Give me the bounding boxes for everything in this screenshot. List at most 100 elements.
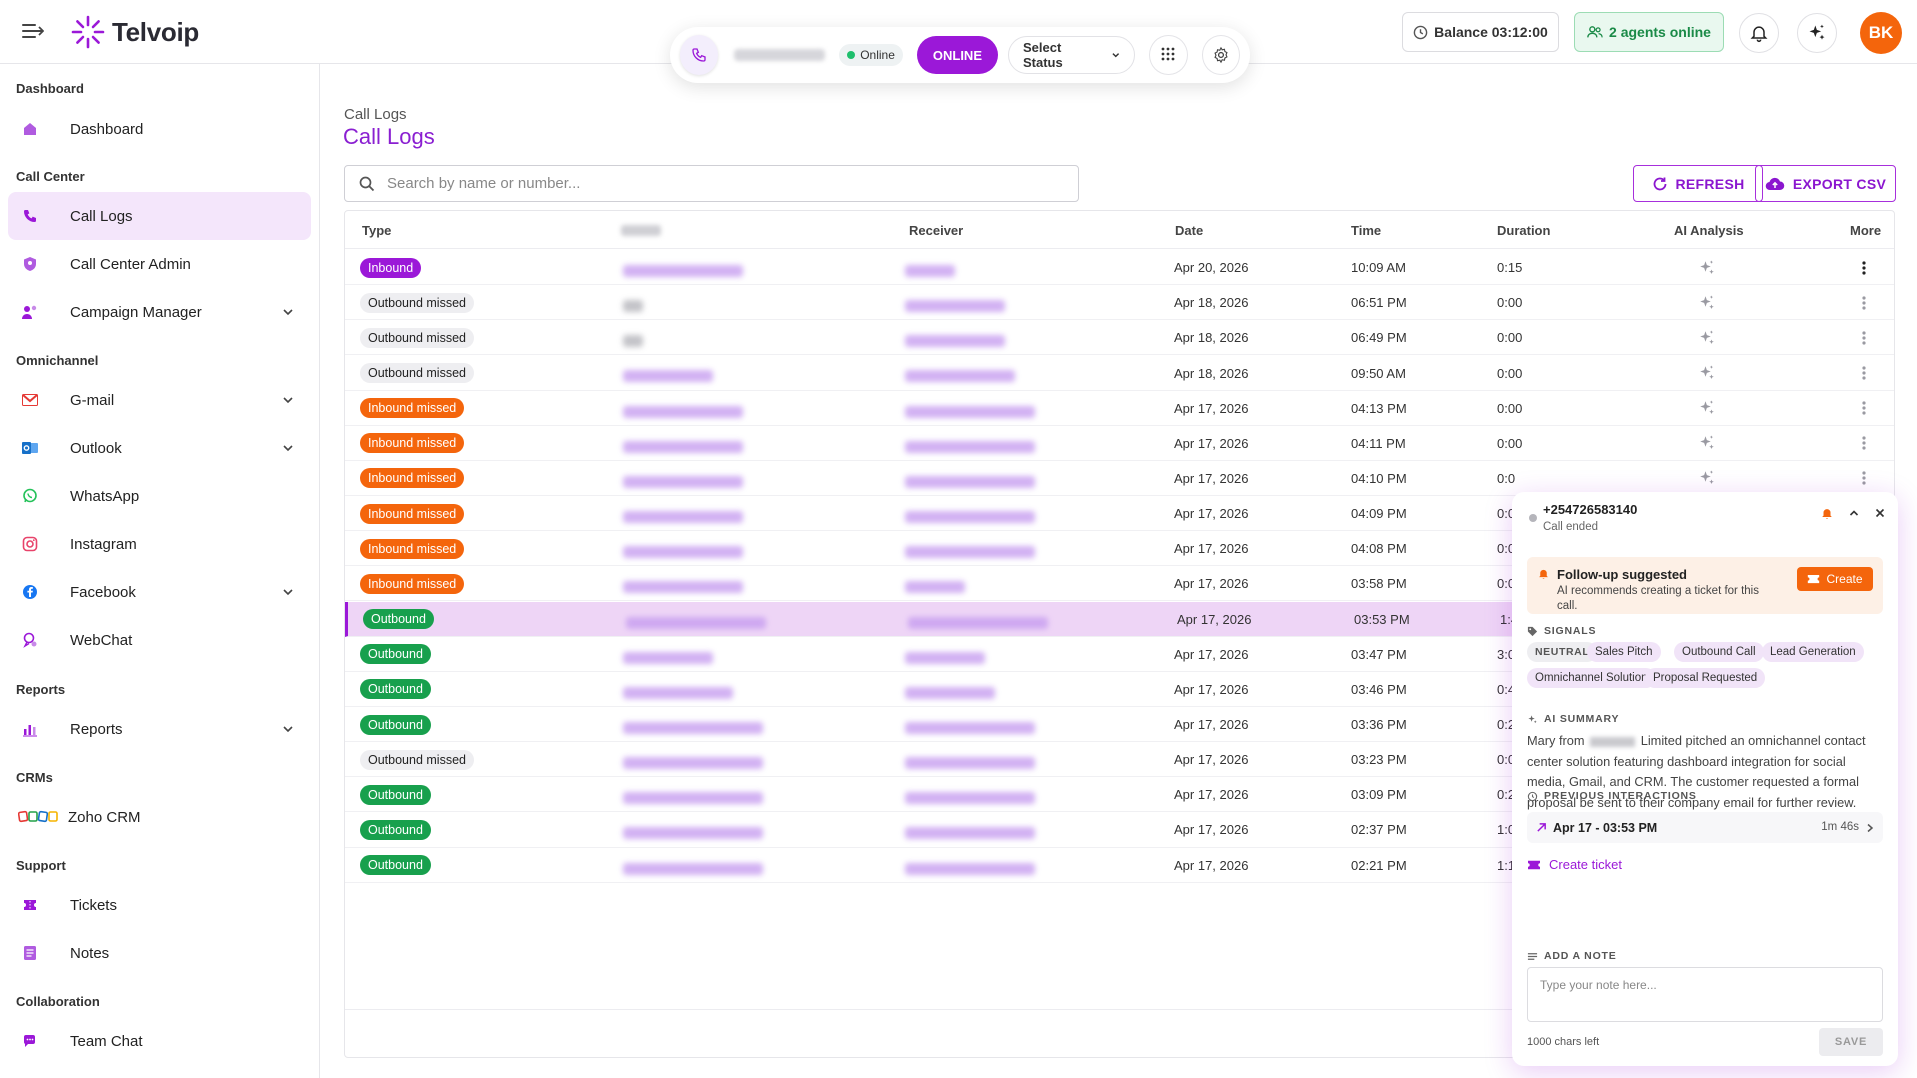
column-time[interactable]: Time: [1351, 223, 1381, 238]
sidebar-item-webchat[interactable]: WebChat: [8, 616, 311, 664]
close-icon[interactable]: [1874, 507, 1886, 519]
sparkle-icon: [1528, 714, 1537, 723]
followup-title: Follow-up suggested: [1557, 567, 1687, 582]
ai-assistant-button[interactable]: [1797, 13, 1837, 53]
save-note-button[interactable]: SAVE: [1819, 1028, 1883, 1056]
table-row[interactable]: Inbound Apr 20, 2026 10:09 AM 0:15: [345, 250, 1894, 286]
call-time: 03:46 PM: [1351, 681, 1407, 697]
call-date: Apr 17, 2026: [1174, 681, 1249, 697]
ai-analysis-icon[interactable]: [1698, 364, 1716, 382]
menu-toggle-icon[interactable]: [22, 22, 44, 40]
ai-analysis-icon[interactable]: [1698, 469, 1716, 487]
search-icon: [359, 176, 375, 191]
sidebar-item-zoho-crm[interactable]: Zoho CRM: [8, 793, 311, 841]
more-options-icon[interactable]: [1861, 365, 1867, 381]
sidebar-item-facebook[interactable]: Facebook: [8, 568, 311, 616]
dial-button[interactable]: [680, 35, 719, 75]
campaign-icon: [20, 302, 40, 322]
table-row[interactable]: Outbound missed Apr 18, 2026 06:51 PM 0:00: [345, 285, 1894, 321]
table-row[interactable]: Outbound missed Apr 18, 2026 06:49 PM 0:00: [345, 320, 1894, 356]
ai-analysis-icon[interactable]: [1698, 434, 1716, 452]
note-input[interactable]: [1540, 978, 1870, 1011]
chevron-down-icon[interactable]: [281, 305, 295, 319]
agents-online-button[interactable]: 2 agents online: [1574, 12, 1724, 52]
more-options-icon[interactable]: [1861, 260, 1867, 276]
export-csv-button[interactable]: EXPORT CSV: [1755, 165, 1896, 202]
call-date: Apr 17, 2026: [1174, 857, 1249, 873]
table-row[interactable]: Inbound missed Apr 17, 2026 04:13 PM 0:00: [345, 391, 1894, 426]
sidebar-item-label: Facebook: [70, 583, 136, 601]
table-row[interactable]: Inbound missed Apr 17, 2026 04:10 PM 0:0: [345, 461, 1894, 497]
column-type[interactable]: Type: [362, 223, 391, 238]
table-row[interactable]: Outbound missed Apr 18, 2026 09:50 AM 0:00: [345, 355, 1894, 391]
caller-id-redacted: [734, 49, 826, 61]
signal-tag: Sales Pitch: [1587, 642, 1661, 662]
more-options-icon[interactable]: [1861, 470, 1867, 486]
call-duration: 0:00: [1497, 400, 1523, 416]
sidebar-item-whatsapp[interactable]: WhatsApp: [8, 472, 311, 520]
ai-analysis-icon[interactable]: [1698, 329, 1716, 347]
app-logo[interactable]: Telvoip: [70, 14, 199, 50]
call-status-dot: [1529, 514, 1537, 522]
status-select-label: Select Status: [1023, 40, 1063, 70]
sidebar-item-team-chat[interactable]: Team Chat: [8, 1017, 311, 1065]
create-label: Create: [1826, 572, 1863, 586]
sidebar-item-notes[interactable]: Notes: [8, 929, 311, 977]
chevron-down-icon[interactable]: [281, 722, 295, 736]
sidebar-item-label: Reports: [70, 720, 123, 738]
more-options-icon[interactable]: [1861, 435, 1867, 451]
more-options-icon[interactable]: [1861, 400, 1867, 416]
more-options-icon[interactable]: [1861, 330, 1867, 346]
receiver-redacted: [905, 827, 1035, 840]
create-ticket-link[interactable]: Create ticket: [1527, 857, 1622, 872]
sidebar-item-campaign-manager[interactable]: Campaign Manager: [8, 288, 311, 336]
sidebar-item-label: Campaign Manager: [70, 303, 202, 321]
receiver-redacted: [905, 862, 1035, 875]
column-receiver[interactable]: Receiver: [909, 223, 963, 238]
bell-alert-icon[interactable]: [1820, 506, 1834, 520]
column-date[interactable]: Date: [1175, 223, 1203, 238]
sidebar-item-dashboard[interactable]: Dashboard: [8, 105, 311, 153]
settings-button[interactable]: [1201, 35, 1240, 75]
dialpad-button[interactable]: [1149, 35, 1188, 75]
chevron-down-icon[interactable]: [281, 441, 295, 455]
table-row[interactable]: Inbound missed Apr 17, 2026 04:11 PM 0:00: [345, 426, 1894, 461]
ai-analysis-icon[interactable]: [1698, 399, 1716, 417]
ai-analysis-icon[interactable]: [1698, 294, 1716, 312]
sidebar-item-reports[interactable]: Reports: [8, 705, 311, 753]
call-duration: 0:00: [1497, 330, 1523, 346]
status-select[interactable]: Select Status: [1008, 36, 1136, 74]
sidebar-item-tickets[interactable]: Tickets: [8, 881, 311, 929]
sidebar-item-gmail[interactable]: G-mail: [8, 376, 311, 424]
sidebar-item-call-center-admin[interactable]: Call Center Admin: [8, 240, 311, 288]
online-button[interactable]: ONLINE: [916, 36, 998, 74]
previous-interaction-item[interactable]: Apr 17 - 03:53 PM 1m 46s: [1527, 812, 1883, 843]
section-crms: CRMs: [16, 770, 53, 785]
user-avatar[interactable]: BK: [1860, 12, 1902, 54]
sidebar-item-call-logs[interactable]: Call Logs: [8, 192, 311, 240]
chevron-up-icon[interactable]: [1848, 507, 1860, 519]
call-time: 09:50 AM: [1351, 365, 1406, 381]
sidebar-item-label: Dashboard: [70, 120, 144, 138]
section-reports: Reports: [16, 682, 66, 697]
balance-text: Balance 03:12:00: [1434, 24, 1548, 40]
caller-redacted: [623, 511, 743, 524]
caller-redacted: [623, 686, 733, 699]
users-icon: [1587, 26, 1603, 38]
refresh-button[interactable]: REFRESH: [1633, 165, 1763, 202]
caller-redacted: [626, 616, 766, 629]
call-date: Apr 20, 2026: [1174, 260, 1249, 276]
chevron-down-icon[interactable]: [281, 585, 295, 599]
chevron-down-icon[interactable]: [281, 393, 295, 407]
sidebar-item-instagram[interactable]: Instagram: [8, 520, 311, 568]
more-options-icon[interactable]: [1861, 295, 1867, 311]
sidebar-item-outlook[interactable]: Outlook: [8, 424, 311, 472]
bell-icon: [1539, 569, 1548, 580]
gear-icon: [1214, 46, 1228, 64]
column-duration[interactable]: Duration: [1497, 223, 1550, 238]
search-input[interactable]: [387, 175, 1037, 192]
notifications-button[interactable]: [1739, 13, 1779, 53]
create-ticket-button[interactable]: Create: [1797, 567, 1873, 591]
balance-display: Balance 03:12:00: [1402, 12, 1559, 52]
ai-analysis-icon[interactable]: [1698, 259, 1716, 277]
